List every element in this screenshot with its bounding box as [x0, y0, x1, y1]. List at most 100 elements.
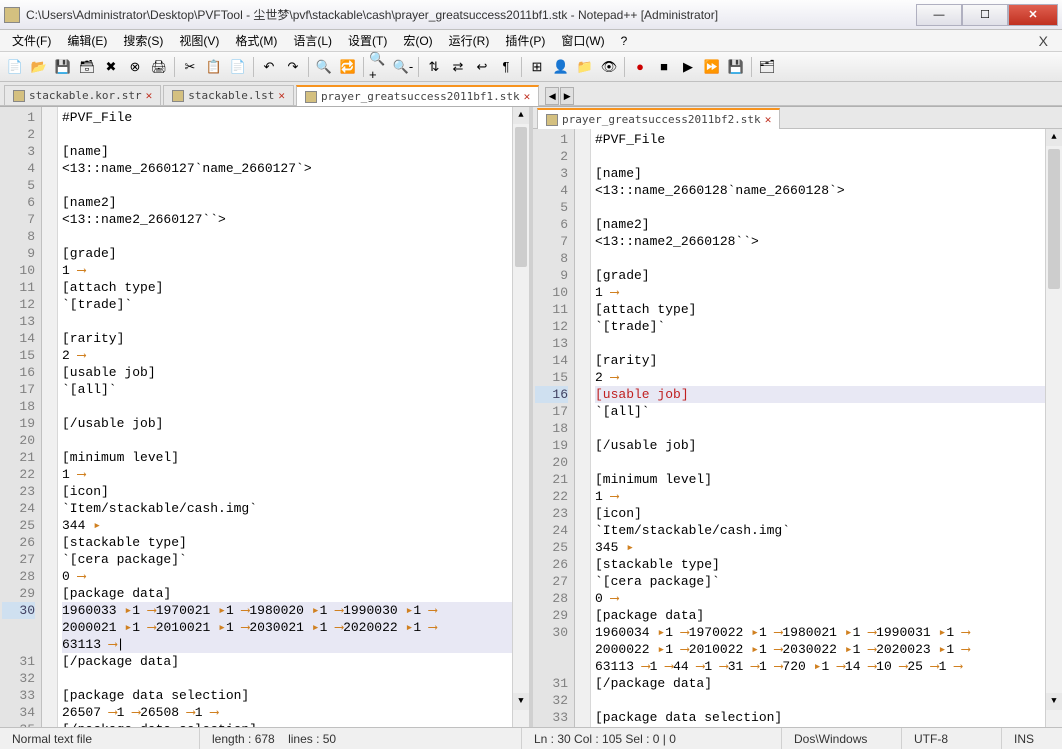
menu-settings[interactable]: 设置(T)	[340, 30, 395, 51]
stop-macro-icon[interactable]: ■	[653, 56, 675, 78]
code-line[interactable]: [rarity]	[62, 330, 525, 347]
tab-scroll-right-icon[interactable]: ▶	[560, 87, 574, 105]
code-line[interactable]	[62, 228, 525, 245]
code-line[interactable]: 1 ⟶	[62, 466, 525, 483]
code-line[interactable]: [package data selection]	[595, 709, 1058, 726]
sync-vscroll-icon[interactable]: ⇅	[423, 56, 445, 78]
code-line[interactable]: <13::name_2660127`name_2660127`>	[62, 160, 525, 177]
code-line[interactable]	[62, 670, 525, 687]
close-file-icon[interactable]: ✖	[100, 56, 122, 78]
code-line[interactable]: #PVF_File	[595, 131, 1058, 148]
redo-icon[interactable]: ↷	[282, 56, 304, 78]
scroll-down-icon[interactable]: ▼	[513, 693, 529, 710]
close-button[interactable]	[1008, 4, 1058, 26]
open-file-icon[interactable]: 📂	[28, 56, 50, 78]
menu-edit[interactable]: 编辑(E)	[59, 30, 115, 51]
mdi-close-button[interactable]: X	[1029, 33, 1058, 49]
code-line[interactable]: 26507 ⟶1 ⟶26508 ⟶1 ⟶	[62, 704, 525, 721]
tab-scroll-left-icon[interactable]: ◀	[545, 87, 559, 105]
replace-icon[interactable]: 🔁	[337, 56, 359, 78]
code-line[interactable]: 1960033 ▸1 ⟶1970021 ▸1 ⟶1980020 ▸1 ⟶1990…	[62, 602, 525, 619]
code-line[interactable]: `[trade]`	[595, 318, 1058, 335]
code-line[interactable]: [grade]	[62, 245, 525, 262]
menu-file[interactable]: 文件(F)	[4, 30, 59, 51]
tab-stackable-kor[interactable]: stackable.kor.str ✕	[4, 85, 161, 105]
code-line[interactable]	[595, 250, 1058, 267]
undo-icon[interactable]: ↶	[258, 56, 280, 78]
minimize-button[interactable]	[916, 4, 962, 26]
code-line[interactable]: [minimum level]	[62, 449, 525, 466]
code-line[interactable]: [attach type]	[62, 279, 525, 296]
editor-left[interactable]: 1234567891011121314151617181920212223242…	[0, 107, 529, 727]
show-all-chars-icon[interactable]: ¶	[495, 56, 517, 78]
copy-icon[interactable]: 📋	[203, 56, 225, 78]
code-line[interactable]: 0 ⟶	[62, 568, 525, 585]
scroll-thumb[interactable]	[1048, 149, 1060, 289]
scroll-down-icon[interactable]: ▼	[1046, 693, 1062, 710]
code-line[interactable]: `Item/stackable/cash.img`	[595, 522, 1058, 539]
code-line[interactable]	[62, 432, 525, 449]
code-line[interactable]: [grade]	[595, 267, 1058, 284]
menu-format[interactable]: 格式(M)	[227, 30, 285, 51]
menu-plugins[interactable]: 插件(P)	[497, 30, 553, 51]
new-file-icon[interactable]: 📄	[4, 56, 26, 78]
code-line[interactable]: [rarity]	[595, 352, 1058, 369]
code-line[interactable]: [stackable type]	[62, 534, 525, 551]
code-line[interactable]	[62, 177, 525, 194]
play-multi-icon[interactable]: ⏩	[701, 56, 723, 78]
save-all-icon[interactable]: 🗃	[76, 56, 98, 78]
editor-right[interactable]: 1234567891011121314151617181920212223242…	[533, 129, 1062, 727]
code-line[interactable]: `[all]`	[62, 381, 525, 398]
code-line[interactable]: [usable job]	[62, 364, 525, 381]
code-line[interactable]: 1 ⟶	[62, 262, 525, 279]
zoom-in-icon[interactable]: 🔍+	[368, 56, 390, 78]
code-line[interactable]: 2000021 ▸1 ⟶2010021 ▸1 ⟶2030021 ▸1 ⟶2020…	[62, 619, 525, 636]
code-line[interactable]: `[all]`	[595, 403, 1058, 420]
code-line[interactable]: 0 ⟶	[595, 590, 1058, 607]
sync-hscroll-icon[interactable]: ⇄	[447, 56, 469, 78]
menu-macro[interactable]: 宏(O)	[395, 30, 440, 51]
tab-prayer-bf2[interactable]: prayer_greatsuccess2011bf2.stk ✕	[537, 108, 780, 129]
menu-window[interactable]: 窗口(W)	[553, 30, 612, 51]
code-line[interactable]: [name]	[62, 143, 525, 160]
code-line[interactable]	[595, 148, 1058, 165]
save-icon[interactable]: 💾	[52, 56, 74, 78]
indent-guide-icon[interactable]: ⊞	[526, 56, 548, 78]
tab-close-icon[interactable]: ✕	[765, 113, 772, 126]
code-line[interactable]: 1 ⟶	[595, 284, 1058, 301]
tab-stackable-lst[interactable]: stackable.lst ✕	[163, 85, 294, 105]
code-line[interactable]	[595, 335, 1058, 352]
find-icon[interactable]: 🔍	[313, 56, 335, 78]
menu-help[interactable]: ?	[613, 32, 636, 50]
code-line[interactable]: <13::name2_2660127``>	[62, 211, 525, 228]
code-line[interactable]: 1 ⟶	[595, 488, 1058, 505]
code-line[interactable]: `Item/stackable/cash.img`	[62, 500, 525, 517]
code-line[interactable]: #PVF_File	[62, 109, 525, 126]
code-line[interactable]: <13::name_2660128`name_2660128`>	[595, 182, 1058, 199]
code-line[interactable]: [attach type]	[595, 301, 1058, 318]
close-all-icon[interactable]: ⊗	[124, 56, 146, 78]
code-line[interactable]	[62, 313, 525, 330]
zoom-out-icon[interactable]: 🔍-	[392, 56, 414, 78]
code-line[interactable]: [icon]	[62, 483, 525, 500]
tab-close-icon[interactable]: ✕	[278, 89, 285, 102]
code-line[interactable]	[595, 692, 1058, 709]
print-icon[interactable]: 🖨	[148, 56, 170, 78]
code-line[interactable]: 344 ▸	[62, 517, 525, 534]
menu-search[interactable]: 搜索(S)	[115, 30, 171, 51]
scroll-up-icon[interactable]: ▲	[1046, 129, 1062, 146]
maximize-button[interactable]	[962, 4, 1008, 26]
code-line[interactable]: 63113 ⟶1 ⟶44 ⟶1 ⟶31 ⟶1 ⟶720 ▸1 ⟶14 ⟶10 ⟶…	[595, 658, 1058, 675]
code-line[interactable]: 1960034 ▸1 ⟶1970022 ▸1 ⟶1980021 ▸1 ⟶1990…	[595, 624, 1058, 641]
code-line[interactable]: [usable job]	[595, 386, 1058, 403]
tab-close-icon[interactable]: ✕	[146, 89, 153, 102]
code-line[interactable]: [/package data selection]	[62, 721, 525, 727]
save-macro-icon[interactable]: 💾	[725, 56, 747, 78]
user-lang-icon[interactable]: 👤	[550, 56, 572, 78]
code-line[interactable]: `[trade]`	[62, 296, 525, 313]
code-line[interactable]: [icon]	[595, 505, 1058, 522]
scroll-up-icon[interactable]: ▲	[513, 107, 529, 124]
code-line[interactable]: [stackable type]	[595, 556, 1058, 573]
code-line[interactable]	[595, 199, 1058, 216]
code-line[interactable]: [/package data]	[595, 675, 1058, 692]
